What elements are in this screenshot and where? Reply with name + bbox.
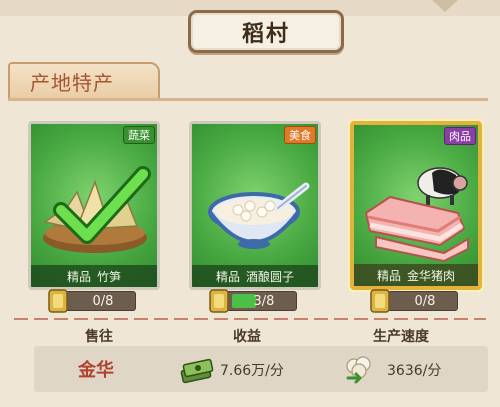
coin-icon <box>370 289 390 313</box>
coin-icon <box>48 289 68 313</box>
specialty-section-tab: 产地特产 <box>8 62 160 100</box>
product-name: 金华猪肉 <box>407 268 456 283</box>
quality-label: 精品 <box>376 268 401 283</box>
progress-text: 0/8 <box>92 293 114 309</box>
product-caption: 精品 金华猪肉 <box>354 264 478 286</box>
category-tag: 美食 <box>284 126 316 144</box>
product-caption: 精品 竹笋 <box>31 265 157 287</box>
sell-to-label: 售往 <box>85 329 113 345</box>
income-label: 收益 <box>233 329 261 345</box>
money-stack-icon <box>180 358 214 384</box>
cotton-speed-icon <box>346 356 371 384</box>
bamboo-shoot-basket-icon <box>43 166 151 253</box>
product-card-pork[interactable]: 肉品 精品 金华猪肉 <box>350 121 482 290</box>
section-underline <box>8 98 488 101</box>
coin-icon <box>209 289 229 313</box>
village-title-plate: 稻村 <box>188 10 344 53</box>
product-caption: 精品 酒酿圆子 <box>192 265 318 287</box>
dashed-divider <box>14 318 486 320</box>
income-value: 7.66万/分 <box>220 363 284 379</box>
progress-bar-pork: 0/8 <box>370 289 458 313</box>
progress-text: 0/8 <box>414 293 436 309</box>
product-card-dumplings[interactable]: 美食 精品 酒酿圆子 <box>189 121 321 290</box>
rice-dumpling-bowl-icon <box>208 182 310 249</box>
progress-bar-bamboo: 0/8 <box>48 289 136 313</box>
production-info-row: 金华 7.66万/分 3636/分 <box>34 346 488 392</box>
section-title: 产地特产 <box>30 70 114 95</box>
product-name: 竹笋 <box>97 269 122 284</box>
village-title: 稻村 <box>241 21 290 47</box>
category-tag: 蔬菜 <box>123 126 155 144</box>
category-tag: 肉品 <box>444 127 476 145</box>
product-name: 酒酿圆子 <box>246 269 295 284</box>
quality-label: 精品 <box>215 269 240 284</box>
progress-bar-dumplings: 3/8 <box>209 289 297 313</box>
product-card-bamboo[interactable]: 蔬菜 精品 竹笋 <box>28 121 160 290</box>
progress-text: 3/8 <box>253 293 275 309</box>
quality-label: 精品 <box>66 269 91 284</box>
speed-label: 生产速度 <box>373 329 429 345</box>
speed-value: 3636/分 <box>387 363 442 379</box>
pork-belly-pig-icon <box>364 167 469 263</box>
sell-to-value: 金华 <box>78 360 114 381</box>
